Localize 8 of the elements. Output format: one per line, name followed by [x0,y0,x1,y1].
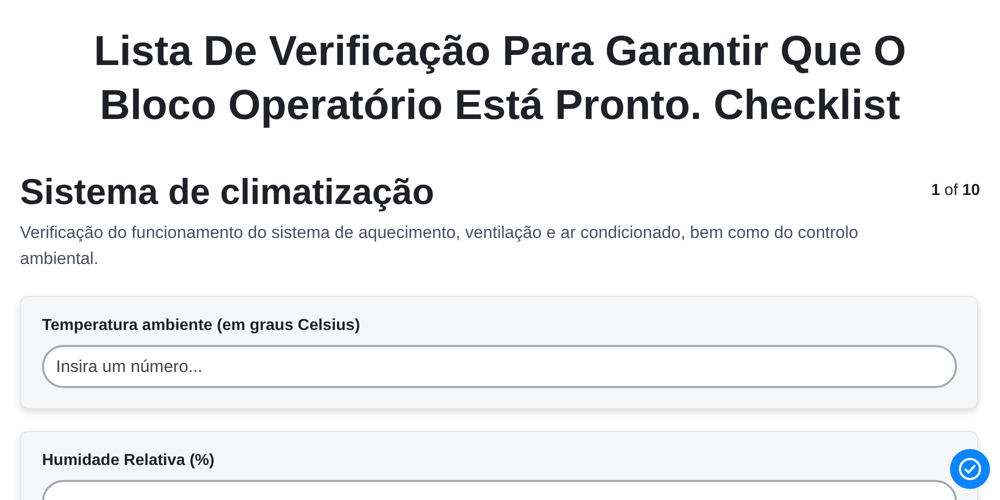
check-icon [958,457,982,481]
question-label: Temperatura ambiente (em graus Celsius) [42,317,362,335]
progress-counter: 1 of 10 [931,182,980,200]
number-field[interactable]: Insira um número... [42,345,957,388]
page-title: Lista De Verificação Para Garantir Que O Bloco Operatório Está Pronto. Checklist [92,26,908,130]
question-label: Humidade Relativa (%) [42,452,216,470]
section-heading: Sistema de climatização [20,170,434,214]
section-description: Verificação do funcionamento do sistema de aquecimento, ventilação e ar condicionado, bem como do controlo ambiental. [20,222,860,270]
